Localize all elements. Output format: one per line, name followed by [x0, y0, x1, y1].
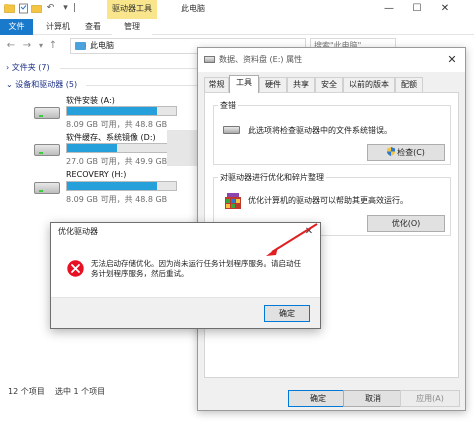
minimize-icon[interactable]: —	[375, 0, 403, 19]
optimize-legend: 对驱动器进行优化和碎片整理	[218, 172, 326, 183]
check-button[interactable]: 检查(C)	[367, 144, 445, 161]
undo-icon[interactable]: ↶	[45, 3, 56, 14]
folders-group-label: 文件夹 (7)	[11, 63, 50, 72]
divider	[86, 85, 200, 86]
apply-button[interactable]: 应用(A)	[400, 390, 460, 407]
drive-item[interactable]: RECOVERY (H:) 8.09 GB 可用，共 48.8 GB	[30, 170, 190, 210]
error-ok-button[interactable]: 确定	[264, 305, 310, 322]
defrag-icon	[225, 193, 241, 209]
error-footer: 确定	[51, 297, 320, 328]
folders-group-header[interactable]: › 文件夹 (7)	[6, 62, 50, 74]
up-icon[interactable]: ↑	[46, 39, 60, 53]
explorer-titlebar: ↶ ▾ | 驱动器工具 此电脑 — ☐ ✕	[0, 0, 474, 19]
maximize-icon[interactable]: ☐	[403, 0, 431, 19]
chevron-down-icon: ⌄	[6, 80, 16, 89]
hard-drive-icon	[204, 56, 215, 63]
close-icon[interactable]: ✕	[431, 0, 459, 19]
error-check-description: 此选项将检查驱动器中的文件系统错误。	[248, 126, 392, 135]
selected-drive-item[interactable]	[167, 130, 200, 166]
divider	[60, 68, 200, 69]
annotation-arrow-icon	[266, 223, 318, 256]
error-check-legend: 查错	[218, 100, 238, 111]
tab-previous-versions[interactable]: 以前的版本	[343, 77, 395, 92]
optimize-button[interactable]: 优化(O)	[367, 215, 445, 232]
back-icon[interactable]: ←	[4, 39, 18, 53]
tab-tools[interactable]: 工具	[229, 75, 259, 93]
tab-sharing[interactable]: 共享	[287, 77, 315, 92]
properties-titlebar: 数据、资料盘 (E:) 属性 ✕	[198, 48, 465, 72]
drive-item[interactable]: 软件缓存、系统镜像 (D:) 27.0 GB 可用，共 49.9 GB	[30, 132, 190, 172]
check-button-label: 检查(C)	[397, 148, 425, 157]
drive-usage-bar	[66, 181, 177, 191]
drive-name: 软件缓存、系统镜像 (D:)	[66, 133, 156, 142]
optimize-description: 优化计算机的驱动器可以帮助其更高效运行。	[248, 196, 408, 205]
window-title: 此电脑	[181, 4, 205, 13]
tab-computer[interactable]: 计算机	[38, 19, 78, 35]
tab-general[interactable]: 常规	[204, 77, 229, 92]
tab-manage[interactable]: 管理	[112, 19, 152, 35]
hard-drive-icon	[34, 144, 60, 156]
drives-group-label: 设备和驱动器 (5)	[15, 80, 78, 89]
address-text: 此电脑	[90, 41, 114, 50]
status-item-count: 12 个项目	[8, 387, 45, 396]
hard-drive-icon	[34, 107, 60, 119]
error-message: 无法启动存储优化。因为尚未运行任务计划程序服务。请启动任务计划程序服务，然后重试…	[91, 259, 301, 278]
shield-icon	[387, 147, 396, 156]
tab-hardware[interactable]: 硬件	[259, 77, 287, 92]
divider-icon: |	[72, 3, 77, 13]
ok-button[interactable]: 确定	[288, 390, 348, 407]
drives-group-header[interactable]: ⌄ 设备和驱动器 (5)	[6, 79, 77, 91]
new-folder-icon[interactable]	[31, 3, 42, 14]
drive-name: RECOVERY (H:)	[66, 170, 127, 179]
drive-free-space: 27.0 GB 可用，共 49.9 GB	[66, 157, 168, 166]
error-title: 优化驱动器	[58, 227, 98, 236]
ribbon-tabs: 文件 计算机 查看 管理	[0, 19, 474, 35]
hard-drive-icon	[223, 126, 240, 134]
forward-icon[interactable]: →	[20, 39, 34, 53]
drive-usage-bar	[66, 106, 177, 116]
status-bar: 12 个项目 选中 1 个项目	[0, 380, 200, 400]
properties-title: 数据、资料盘 (E:) 属性	[219, 55, 303, 64]
properties-icon[interactable]	[18, 3, 29, 14]
chevron-right-icon: ›	[84, 42, 87, 50]
hard-drive-icon	[34, 182, 60, 194]
error-check-group: 查错 此选项将检查驱动器中的文件系统错误。 检查(C)	[213, 100, 451, 165]
drive-free-space: 8.09 GB 可用，共 48.8 GB	[66, 120, 168, 129]
cancel-button[interactable]: 取消	[343, 390, 403, 407]
folder-icon	[4, 3, 15, 14]
status-selected-count: 选中 1 个项目	[55, 387, 106, 396]
drive-tools-context-tab[interactable]: 驱动器工具	[107, 0, 157, 19]
drive-name: 软件安装 (A:)	[66, 96, 115, 105]
drive-item[interactable]: 软件安装 (A:) 8.09 GB 可用，共 48.8 GB	[30, 95, 190, 135]
error-icon	[67, 260, 84, 277]
tab-quota[interactable]: 配额	[395, 77, 423, 92]
drive-usage-bar	[66, 143, 177, 153]
close-icon[interactable]: ✕	[439, 48, 465, 72]
tab-view[interactable]: 查看	[80, 19, 106, 35]
drive-free-space: 8.09 GB 可用，共 48.8 GB	[66, 195, 168, 204]
tab-security[interactable]: 安全	[315, 77, 343, 92]
tab-file[interactable]: 文件	[0, 19, 33, 35]
